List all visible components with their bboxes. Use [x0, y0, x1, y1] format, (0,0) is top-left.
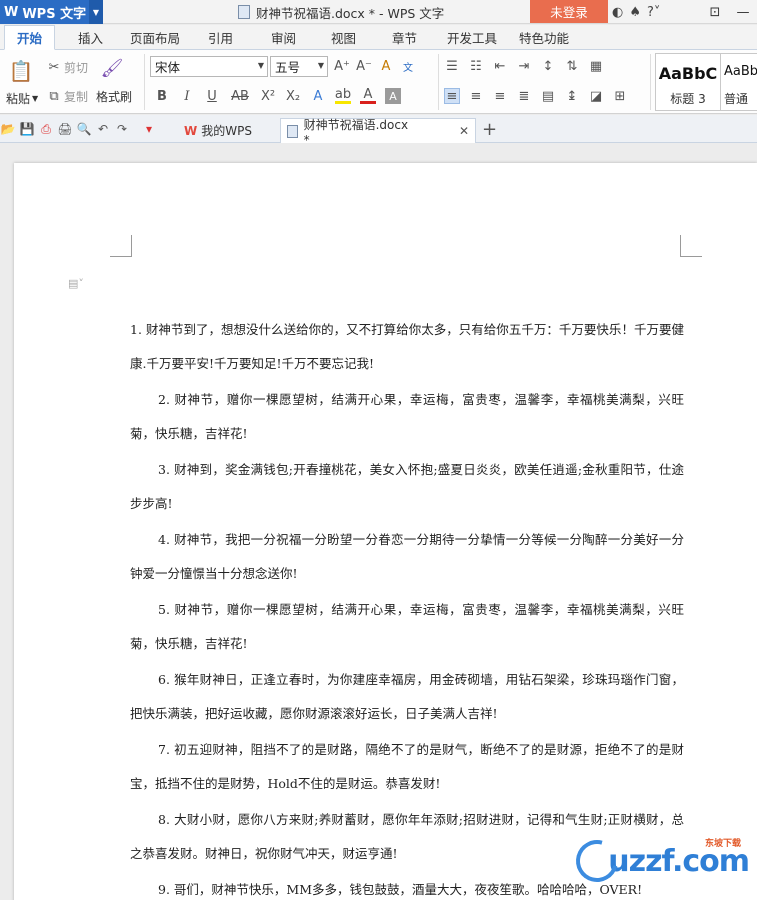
align-center-icon[interactable]: ≡	[468, 88, 484, 104]
border-icon[interactable]: ⊞	[612, 88, 628, 104]
print-icon[interactable]: 🖨	[57, 121, 73, 137]
superscript-icon[interactable]: X²	[260, 88, 276, 104]
decrease-indent-icon[interactable]: ⇤	[492, 58, 508, 74]
shrink-font-icon[interactable]: A⁻	[356, 58, 372, 74]
tab-special[interactable]: 特色功能	[519, 25, 569, 50]
numbered-list-icon[interactable]: ☷	[468, 58, 484, 74]
paragraph[interactable]: 6. 猴年财神日，正逢立春时，为你建座幸福房，用金砖砌墙，用钻石架梁，珍珠玛瑙作…	[130, 663, 684, 731]
copy-button[interactable]: ⧉ 复制	[46, 88, 88, 105]
phonetic-guide-icon[interactable]: 文	[400, 58, 416, 74]
document-page[interactable]: ▤˅ 1. 财神节到了，想想没什么送给你的，又不打算给你太多，只有给你五千万：千…	[14, 163, 757, 900]
app-name: WPS 文字	[22, 6, 87, 22]
text-effect-icon[interactable]: A	[310, 88, 326, 104]
save-icon[interactable]: 💾	[19, 121, 35, 137]
shading-icon[interactable]: ◪	[588, 88, 604, 104]
text-direction-icon[interactable]: ↕	[540, 58, 556, 74]
bold-icon[interactable]: B	[154, 88, 170, 104]
window-title: 财神节祝福语.docx * - WPS 文字	[238, 0, 444, 24]
chevron-down-icon[interactable]: ▼	[89, 0, 103, 24]
increase-indent-icon[interactable]: ⇥	[516, 58, 532, 74]
underline-icon[interactable]: U	[204, 88, 220, 104]
clear-format-icon[interactable]: A	[378, 58, 394, 74]
tab-developer[interactable]: 开发工具	[447, 25, 497, 50]
wps-logo-icon: W	[4, 4, 19, 20]
document-icon	[287, 124, 298, 138]
ribbon: 📋 粘贴 ▼ ✂ 剪切 ⧉ 复制 🖌 格式刷 宋体 ▼ 五号 ▼ A⁺ A⁻ A 文 B …	[0, 50, 757, 114]
tab-chapter[interactable]: 章节	[392, 25, 417, 50]
paste-label[interactable]: 粘贴 ▼	[6, 90, 38, 107]
title-bar: W WPS 文字 ▼ 财神节祝福语.docx * - WPS 文字 未登录 ◐ …	[0, 0, 757, 24]
paste-button[interactable]: 📋	[8, 58, 34, 84]
italic-icon[interactable]: I	[179, 88, 195, 104]
paragraph[interactable]: 4. 财神节，我把一分祝福一分盼望一分眷恋一分期待一分挚情一分等候一分陶醉一分美…	[130, 523, 684, 591]
cut-button[interactable]: ✂ 剪切	[46, 59, 88, 76]
font-color-icon[interactable]: A	[360, 87, 376, 104]
shirt-icon[interactable]: ♠	[629, 5, 641, 20]
bullet-list-icon[interactable]: ☰	[444, 58, 460, 74]
app-menu-button[interactable]: W WPS 文字 ▼	[0, 0, 103, 24]
tab-page-layout[interactable]: 页面布局	[130, 25, 180, 50]
redo-icon[interactable]: ↷	[114, 121, 130, 137]
align-right-icon[interactable]: ≡	[492, 88, 508, 104]
tab-insert[interactable]: 插入	[78, 25, 103, 50]
strikethrough-icon[interactable]: AB	[229, 88, 251, 104]
open-icon[interactable]: 📂	[0, 121, 16, 137]
line-spacing-icon[interactable]: ↨	[564, 88, 580, 104]
customize-toolbar-icon[interactable]: ▾	[141, 121, 157, 137]
tab-document[interactable]: 财神节祝福语.docx * ✕	[280, 118, 476, 147]
clipboard-icon: 📋	[8, 59, 34, 83]
login-button[interactable]: 未登录	[530, 0, 608, 23]
help-icon[interactable]: ?˅	[647, 5, 660, 20]
highlight-icon[interactable]: ab	[335, 87, 351, 104]
tab-review[interactable]: 审阅	[271, 25, 296, 50]
document-area[interactable]: ▤˅ 1. 财神节到了，想想没什么送给你的，又不打算给你太多，只有给你五千万：千…	[0, 143, 757, 900]
font-size-select[interactable]: 五号 ▼	[270, 56, 328, 77]
paragraph[interactable]: 1. 财神节到了，想想没什么送给你的，又不打算给你太多，只有给你五千万：千万要快…	[130, 313, 684, 381]
new-tab-icon[interactable]: +	[482, 119, 497, 140]
site-watermark: uzzf.com 东坡下载	[568, 832, 750, 890]
restore-ribbon-icon[interactable]: ⊡	[701, 0, 729, 24]
align-left-icon[interactable]: ≡	[444, 88, 460, 104]
paragraph[interactable]: 7. 初五迎财神，阻挡不了的是财路，隔绝不了的是财气，断绝不了的是财源，拒绝不了…	[130, 733, 684, 801]
document-tab-strip: 📂 💾 ⎙ 🖨 🔍 ↶ ↷ ▾ W 我的WPS 财神节祝福语.docx * ✕ …	[0, 115, 757, 147]
char-shading-icon[interactable]: A	[385, 88, 401, 104]
distributed-icon[interactable]: ▤	[540, 88, 556, 104]
watermark-logo-icon	[568, 832, 626, 890]
print-preview-icon[interactable]: 🔍	[76, 121, 92, 137]
margin-corner-mark	[680, 235, 702, 257]
pdf-icon[interactable]: ⎙	[38, 121, 54, 137]
wps-logo-icon: W	[184, 123, 198, 138]
copy-icon: ⧉	[49, 89, 59, 104]
paragraph-layout-icon[interactable]: ▤˅	[68, 277, 84, 290]
minimize-button[interactable]: —	[729, 0, 757, 24]
quick-access-toolbar: 📂 💾 ⎙ 🖨 🔍 ↶ ↷ ▾	[0, 121, 157, 137]
subscript-icon[interactable]: X₂	[285, 88, 301, 104]
scissors-icon: ✂	[48, 60, 60, 75]
style-heading-3[interactable]: AaBbC 标题 3	[655, 53, 721, 111]
justify-icon[interactable]: ≣	[516, 88, 532, 104]
tab-references[interactable]: 引用	[208, 25, 233, 50]
grow-font-icon[interactable]: A⁺	[334, 58, 350, 74]
table-icon[interactable]: ▦	[588, 58, 604, 74]
paragraph[interactable]: 2. 财神节，赠你一棵愿望树，结满开心果，幸运梅，富贵枣，温馨李，幸福桃美满梨，…	[130, 383, 684, 451]
undo-icon[interactable]: ↶	[95, 121, 111, 137]
format-painter-icon[interactable]: 🖌	[100, 56, 124, 80]
format-painter-button[interactable]: 格式刷	[96, 88, 132, 105]
menu-bar: 开始 插入 页面布局 引用 审阅 视图 章节 开发工具 特色功能	[0, 25, 757, 50]
style-normal[interactable]: AaBb 普通(网	[720, 53, 757, 111]
margin-corner-mark	[110, 235, 132, 257]
paragraph[interactable]: 5. 财神节，赠你一棵愿望树，结满开心果，幸运梅，富贵枣，温馨李，幸福桃美满梨，…	[130, 593, 684, 661]
font-name-select[interactable]: 宋体 ▼	[150, 56, 268, 77]
sort-icon[interactable]: ⇅	[564, 58, 580, 74]
document-icon	[238, 5, 250, 19]
document-body[interactable]: 1. 财神节到了，想想没什么送给你的，又不打算给你太多，只有给你五千万：千万要快…	[130, 313, 684, 900]
skin-icon[interactable]: ◐	[612, 5, 623, 20]
close-icon[interactable]: ✕	[459, 124, 469, 138]
tab-my-wps[interactable]: W 我的WPS	[178, 118, 258, 143]
tab-home[interactable]: 开始	[4, 25, 56, 50]
paragraph[interactable]: 3. 财神到，奖金满钱包;开春撞桃花，美女入怀抱;盛夏日炎炎，欧美任逍遥;金秋重…	[130, 453, 684, 521]
tab-view[interactable]: 视图	[331, 25, 356, 50]
